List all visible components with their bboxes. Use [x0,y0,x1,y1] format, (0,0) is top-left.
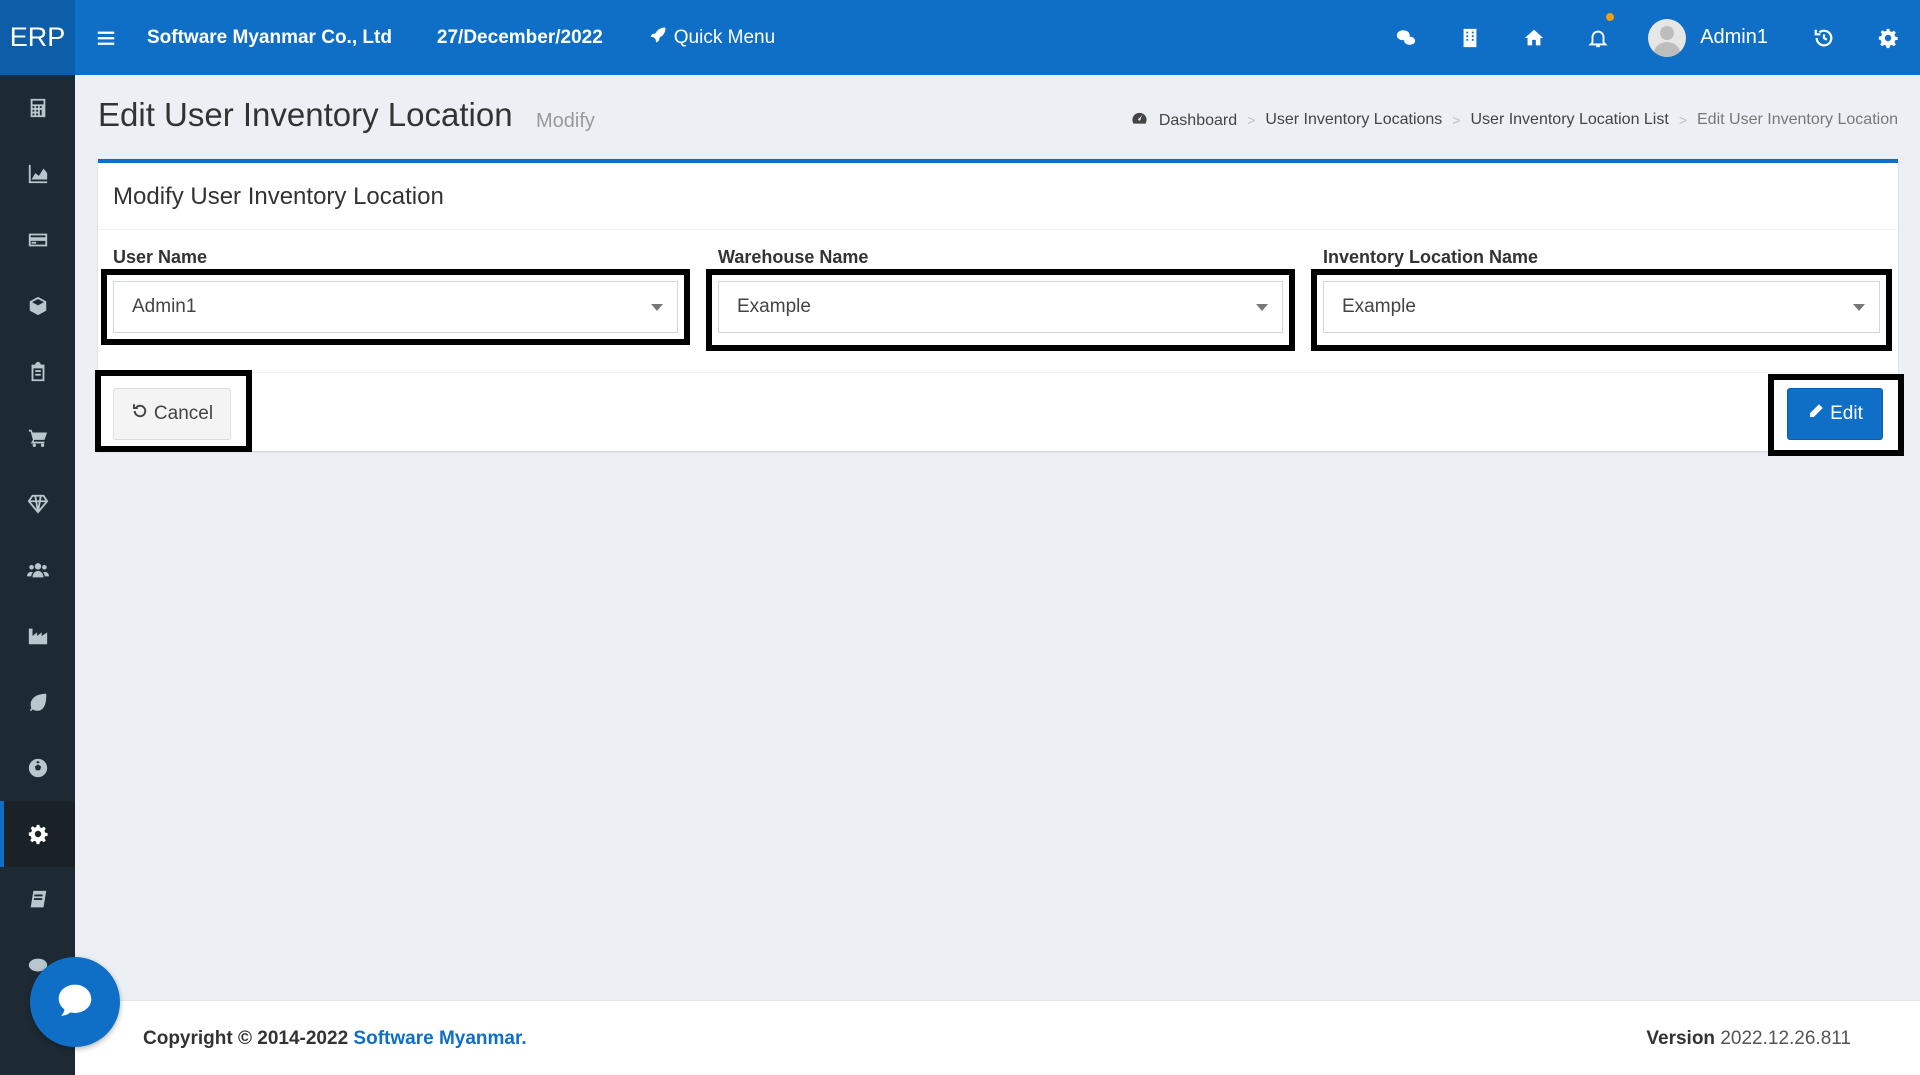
user-name-label: User Name [113,247,208,267]
users-icon[interactable] [0,537,75,603]
sidebar [0,75,75,1075]
undo-icon [131,402,149,426]
cancel-button[interactable]: Cancel [113,388,231,440]
leaf-icon[interactable] [0,669,75,735]
breadcrumb-location-list[interactable]: User Inventory Location List [1470,111,1668,129]
chat-bubble-icon [52,977,98,1028]
breadcrumb-separator: > [1452,112,1461,128]
breadcrumb-user-inventory-locations[interactable]: User Inventory Locations [1265,111,1442,129]
divider [98,372,1898,373]
footer: Copyright © 2014-2022 Software Myanmar. … [75,1000,1920,1075]
warehouse-name-select[interactable]: Example [718,281,1283,333]
breadcrumb-dashboard[interactable]: Dashboard [1131,110,1237,130]
page-title: Edit User Inventory Location [98,96,513,133]
chevron-down-icon [1256,304,1268,311]
inventory-location-select[interactable]: Example [1323,281,1880,333]
cancel-label: Cancel [153,403,214,424]
user-name-select[interactable]: Admin1 [113,281,678,333]
inventory-location-value: Example [1342,296,1416,317]
factory-icon[interactable] [0,603,75,669]
gear-icon[interactable] [0,801,75,867]
divider [98,229,1898,230]
settings-icon[interactable] [1856,0,1920,75]
brand-link[interactable]: Software Myanmar. [353,1028,526,1049]
user-menu[interactable]: Admin1 [1630,0,1792,75]
edit-label: Edit [1830,403,1863,424]
quick-menu-label: Quick Menu [673,26,776,48]
rocket-icon [648,25,668,51]
home-icon[interactable] [1502,0,1566,75]
history-icon[interactable] [1792,0,1856,75]
app-logo[interactable]: ERP [0,0,75,75]
copyright: Copyright © 2014-2022 Software Myanmar. [143,1028,527,1050]
version-value: 2022.12.26.811 [1720,1028,1851,1049]
wechat-icon[interactable] [1374,0,1438,75]
breadcrumb-current: Edit User Inventory Location [1697,111,1898,128]
chevron-down-icon [651,304,663,311]
edit-form-box: Modify User Inventory Location User Name… [95,159,1904,456]
username: Admin1 [1700,26,1768,48]
credit-card-icon[interactable] [0,207,75,273]
version-label: Version [1646,1028,1716,1049]
warehouse-name-label: Warehouse Name [718,247,869,267]
book-icon[interactable] [0,867,75,933]
pencil-icon [1807,402,1825,426]
notification-dot [1606,13,1615,21]
chat-widget-button[interactable] [30,957,120,1047]
avatar [1648,18,1687,57]
top-navbar: ERP Software Myanmar Co., Ltd 27/Decembe… [0,0,1920,75]
breadcrumb: Dashboard > User Inventory Locations > U… [1131,110,1898,130]
user-name-value: Admin1 [132,296,197,317]
quick-menu-link[interactable]: Quick Menu [648,25,775,51]
page-subtitle: Modify [536,110,595,132]
menu-toggle-icon[interactable] [75,0,137,75]
warehouse-name-value: Example [737,296,811,317]
breadcrumb-separator: > [1247,112,1256,128]
bell-icon[interactable] [1566,0,1630,75]
chevron-down-icon [1853,304,1865,311]
soccer-ball-icon[interactable] [0,735,75,801]
inventory-location-label: Inventory Location Name [1323,247,1539,267]
cart-icon[interactable] [0,405,75,471]
breadcrumb-label: Dashboard [1158,112,1238,129]
form-title: Modify User Inventory Location [113,183,444,210]
area-chart-icon[interactable] [0,141,75,207]
diamond-icon[interactable] [0,471,75,537]
current-date: 27/December/2022 [436,26,603,48]
copyright-text: Copyright © 2014-2022 [143,1028,349,1049]
calculator-icon[interactable] [0,75,75,141]
clipboard-icon[interactable] [0,339,75,405]
cube-icon[interactable] [0,273,75,339]
building-icon[interactable] [1438,0,1502,75]
company-name: Software Myanmar Co., Ltd [147,26,392,48]
version-info: Version 2022.12.26.811 [1646,1028,1851,1050]
edit-button[interactable]: Edit [1787,388,1883,440]
breadcrumb-separator: > [1678,112,1687,128]
dashboard-icon [1131,112,1158,129]
